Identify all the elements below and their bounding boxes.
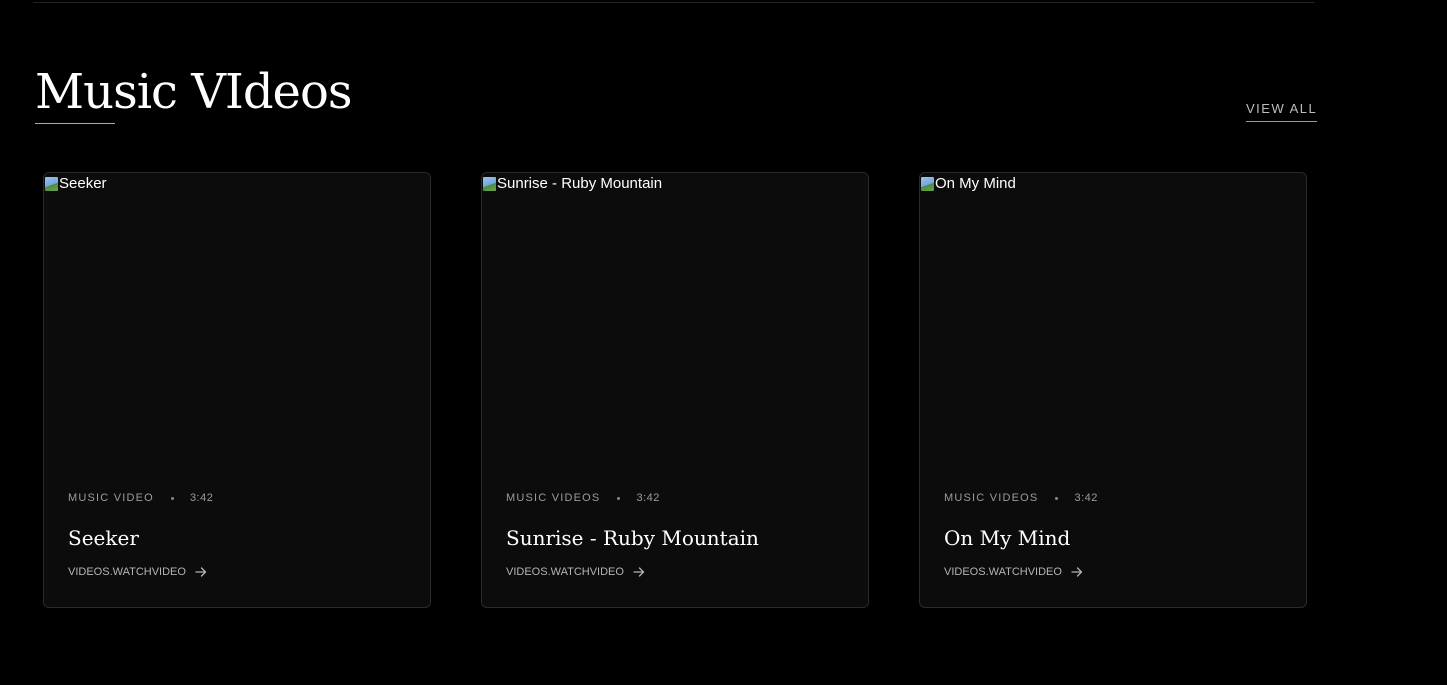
meta-separator-dot (1055, 496, 1059, 500)
video-category: MUSIC VIDEOS (944, 492, 1039, 504)
broken-image-placeholder: Seeker (45, 175, 107, 192)
watch-video-link[interactable]: VIDEOS.WATCHVIDEO (68, 566, 207, 578)
meta-separator-dot (170, 496, 174, 500)
video-category: MUSIC VIDEOS (506, 492, 601, 504)
video-card-sunrise-ruby-mountain[interactable]: Sunrise - Ruby Mountain MUSIC VIDEOS 3:4… (481, 172, 869, 608)
video-category: MUSIC VIDEO (68, 492, 154, 504)
section-divider (33, 2, 1315, 3)
image-alt-text: Seeker (59, 175, 107, 192)
video-meta: MUSIC VIDEOS 3:42 (944, 492, 1098, 504)
image-alt-text: On My Mind (935, 175, 1016, 192)
video-meta: MUSIC VIDEO 3:42 (68, 492, 213, 504)
video-title[interactable]: Sunrise - Ruby Mountain (506, 523, 759, 553)
video-duration: 3:42 (1074, 492, 1098, 504)
view-all-link[interactable]: VIEW ALL (1246, 101, 1318, 122)
title-underline (35, 123, 115, 124)
video-title[interactable]: On My Mind (944, 523, 1070, 553)
arrow-right-icon (1071, 567, 1083, 577)
image-alt-text: Sunrise - Ruby Mountain (497, 175, 663, 192)
video-title[interactable]: Seeker (68, 523, 139, 553)
broken-image-icon (483, 176, 496, 191)
watch-video-link[interactable]: VIDEOS.WATCHVIDEO (944, 566, 1083, 578)
arrow-right-icon (195, 567, 207, 577)
watch-video-label: VIDEOS.WATCHVIDEO (68, 566, 186, 578)
video-meta: MUSIC VIDEOS 3:42 (506, 492, 660, 504)
video-thumbnail[interactable]: On My Mind (920, 173, 1306, 463)
video-card-on-my-mind[interactable]: On My Mind MUSIC VIDEOS 3:42 On My Mind … (919, 172, 1307, 608)
broken-image-icon (921, 176, 934, 191)
watch-video-link[interactable]: VIDEOS.WATCHVIDEO (506, 566, 645, 578)
watch-video-label: VIDEOS.WATCHVIDEO (506, 566, 624, 578)
video-thumbnail[interactable]: Seeker (44, 173, 430, 463)
broken-image-placeholder: Sunrise - Ruby Mountain (483, 175, 662, 192)
video-duration: 3:42 (189, 492, 214, 504)
arrow-right-icon (633, 567, 645, 577)
meta-separator-dot (617, 496, 621, 500)
broken-image-placeholder: On My Mind (921, 175, 1016, 192)
section-title: Music VIdeos (35, 64, 352, 120)
video-card-seeker[interactable]: Seeker MUSIC VIDEO 3:42 Seeker VIDEOS.WA… (43, 172, 431, 608)
video-thumbnail[interactable]: Sunrise - Ruby Mountain (482, 173, 868, 463)
video-duration: 3:42 (636, 492, 660, 504)
watch-video-label: VIDEOS.WATCHVIDEO (944, 566, 1062, 578)
broken-image-icon (45, 176, 58, 191)
